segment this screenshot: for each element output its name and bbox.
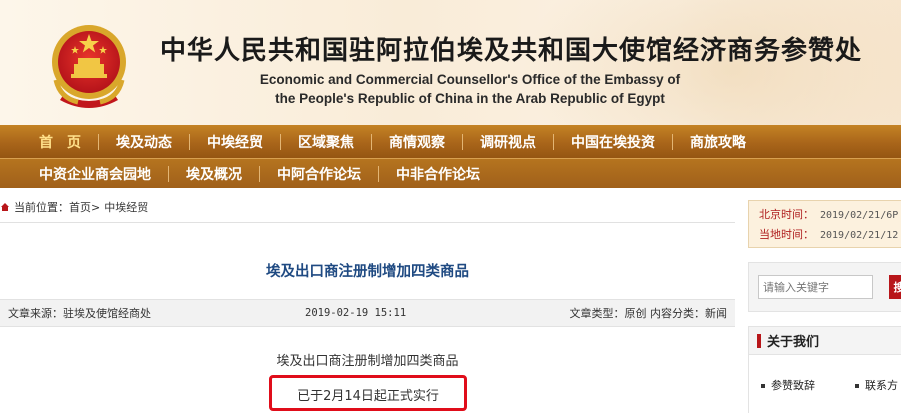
nav-regional-focus[interactable]: 区域聚焦 <box>281 132 371 152</box>
main-nav: 首 页 埃及动态 中埃经贸 区域聚焦 商情观察 调研视点 中国在埃投资 商旅攻略 <box>0 125 901 158</box>
nav-chinese-enterprises[interactable]: 中资企业商会园地 <box>22 164 168 184</box>
article-body-line-highlighted: 已于2月14日起正式实行 <box>297 389 439 404</box>
article-source: 文章来源：驻埃及使馆经商处 <box>8 307 151 320</box>
search-panel: 搜 <box>748 262 901 312</box>
sub-nav: 中资企业商会园地 埃及概况 中阿合作论坛 中非合作论坛 <box>0 158 901 188</box>
time-panel: 北京时间： 2019/02/21/6P 当地时间： 2019/02/21/12 <box>748 200 901 248</box>
nav-china-africa-forum[interactable]: 中非合作论坛 <box>379 164 497 184</box>
breadcrumb-current-link[interactable]: 中埃经贸 <box>104 199 148 215</box>
breadcrumb-home-link[interactable]: 首页 <box>69 199 91 215</box>
nav-home[interactable]: 首 页 <box>22 132 98 152</box>
site-title-en: Economic and Commercial Counsellor's Off… <box>160 70 780 108</box>
local-time-value: 2019/02/21/12 <box>820 230 899 241</box>
beijing-time-label: 北京时间： <box>759 208 814 221</box>
beijing-time-value: 2019/02/21/6P <box>820 210 899 221</box>
about-link-greeting[interactable]: 参赞致辞 <box>761 377 815 393</box>
breadcrumb-separator: > <box>91 200 101 214</box>
local-time-label: 当地时间： <box>759 228 814 241</box>
nav-egypt-news[interactable]: 埃及动态 <box>99 132 189 152</box>
nav-china-arab-forum[interactable]: 中阿合作论坛 <box>260 164 378 184</box>
site-title-en-line2: the People's Republic of China in the Ar… <box>275 91 665 106</box>
about-title: 关于我们 <box>767 335 820 350</box>
about-panel: 关于我们 参赞致辞 联系方 <box>748 326 901 413</box>
nav-egypt-overview[interactable]: 埃及概况 <box>169 164 259 184</box>
home-icon <box>1 203 9 211</box>
bullet-icon <box>855 384 859 388</box>
breadcrumb: 当前位置： 首页 > 中埃经贸 <box>0 196 735 218</box>
breadcrumb-divider <box>0 222 735 223</box>
about-header: 关于我们 <box>749 327 901 355</box>
search-button[interactable]: 搜 <box>889 275 901 299</box>
about-links: 参赞致辞 联系方 <box>749 355 901 413</box>
breadcrumb-label: 当前位置： <box>14 201 69 214</box>
national-emblem-icon <box>52 25 126 108</box>
article-type: 文章类型：原创 内容分类：新闻 <box>569 307 728 320</box>
beijing-time-row: 北京时间： 2019/02/21/6P <box>759 206 901 226</box>
site-title-cn: 中华人民共和国驻阿拉伯埃及共和国大使馆经济商务参赞处 <box>160 36 863 66</box>
site-header: 中华人民共和国驻阿拉伯埃及共和国大使馆经济商务参赞处 Economic and … <box>0 0 901 125</box>
about-link-contact-label: 联系方 <box>865 379 898 392</box>
article-title: 埃及出口商注册制增加四类商品 <box>266 264 469 280</box>
nav-research[interactable]: 调研视点 <box>463 132 553 152</box>
nav-china-egypt-trade[interactable]: 中埃经贸 <box>190 132 280 152</box>
article-body-line: 埃及出口商注册制增加四类商品 <box>276 354 459 369</box>
article-meta-bar: 文章来源：驻埃及使馆经商处 2019-02-19 15:11 文章类型：原创 内… <box>0 299 735 327</box>
nav-travel-guide[interactable]: 商旅攻略 <box>673 132 763 152</box>
about-link-greeting-label: 参赞致辞 <box>771 379 815 392</box>
local-time-row: 当地时间： 2019/02/21/12 <box>759 226 901 246</box>
search-input[interactable] <box>758 275 873 299</box>
bullet-icon <box>761 384 765 388</box>
section-marker-icon <box>757 333 761 348</box>
article-date: 2019-02-19 15:11 <box>305 307 407 319</box>
about-link-contact[interactable]: 联系方 <box>855 377 898 393</box>
nav-china-investment[interactable]: 中国在埃投资 <box>554 132 672 152</box>
nav-market-watch[interactable]: 商情观察 <box>372 132 462 152</box>
site-title-en-line1: Economic and Commercial Counsellor's Off… <box>259 72 681 87</box>
